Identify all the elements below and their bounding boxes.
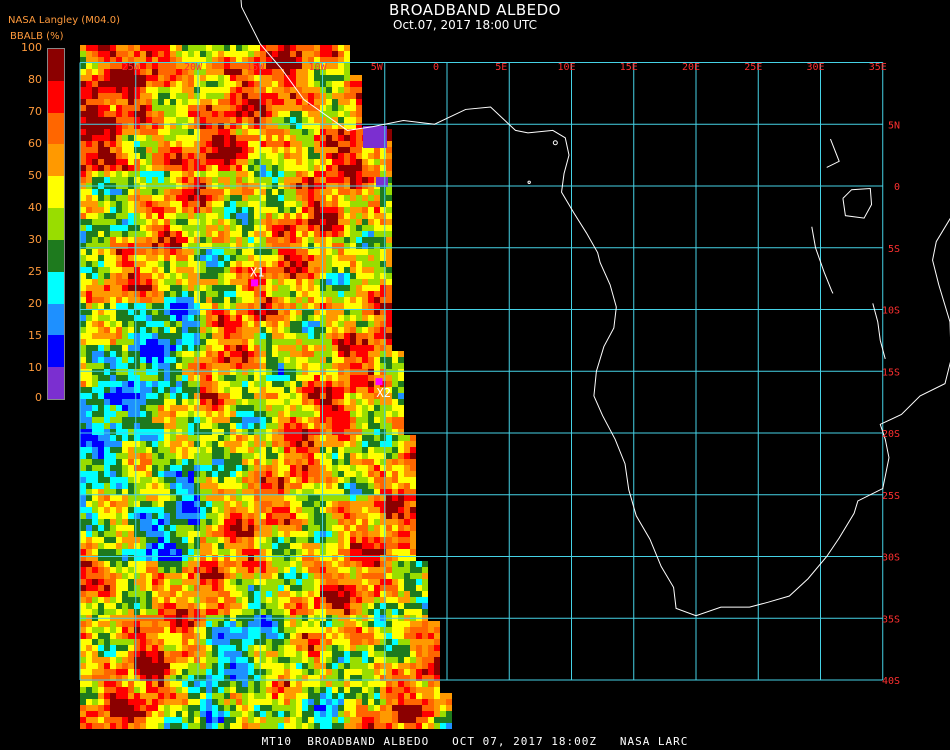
longitude-label: 5W <box>371 62 384 73</box>
bioko-island <box>552 140 558 146</box>
lake-albert-outline <box>826 138 840 168</box>
longitude-label: 35E <box>869 62 887 73</box>
latitude-label: 40S <box>882 676 900 687</box>
longitude-label: 25W <box>122 62 141 73</box>
sao-tome-island <box>527 180 531 184</box>
albedo-map: 25W 20W 15W 10W 5W 0 5E 10E 15E 20E 25E 30E 35E 5N 0 5S… <box>79 0 950 729</box>
longitude-label: 0 <box>433 62 439 73</box>
missing-data-block <box>363 126 387 148</box>
latitude-label: 20S <box>882 429 900 440</box>
lake-tanganyika-outline <box>811 226 834 294</box>
longitude-label: 10W <box>309 62 328 73</box>
longitude-label: 15E <box>620 62 638 73</box>
marker-point <box>251 279 259 287</box>
longitude-label: 15W <box>246 62 265 73</box>
latitude-label: 15S <box>882 367 900 378</box>
longitude-label: 20E <box>682 62 700 73</box>
longitude-label: 30E <box>807 62 825 73</box>
marker-label: X1 <box>250 265 264 279</box>
longitude-label: 5E <box>495 62 507 73</box>
latitude-label: 35S <box>882 614 900 625</box>
longitude-label: 10E <box>558 62 576 73</box>
latitude-label: 25S <box>882 491 900 502</box>
latitude-label: 10S <box>882 306 900 317</box>
marker-label: X2 <box>377 386 391 400</box>
latitude-label: 5N <box>888 120 900 131</box>
marker-point <box>375 378 383 386</box>
latitude-label: 5S <box>888 244 900 255</box>
latitude-label: 0 <box>894 182 900 193</box>
footer-caption: MT10 BROADBAND ALBEDO OCT 07, 2017 18:00… <box>261 735 689 748</box>
lake-victoria-outline <box>842 187 873 219</box>
longitude-label: 20W <box>184 62 203 73</box>
latitude-label: 30S <box>882 553 900 564</box>
longitude-label: 25E <box>744 62 762 73</box>
